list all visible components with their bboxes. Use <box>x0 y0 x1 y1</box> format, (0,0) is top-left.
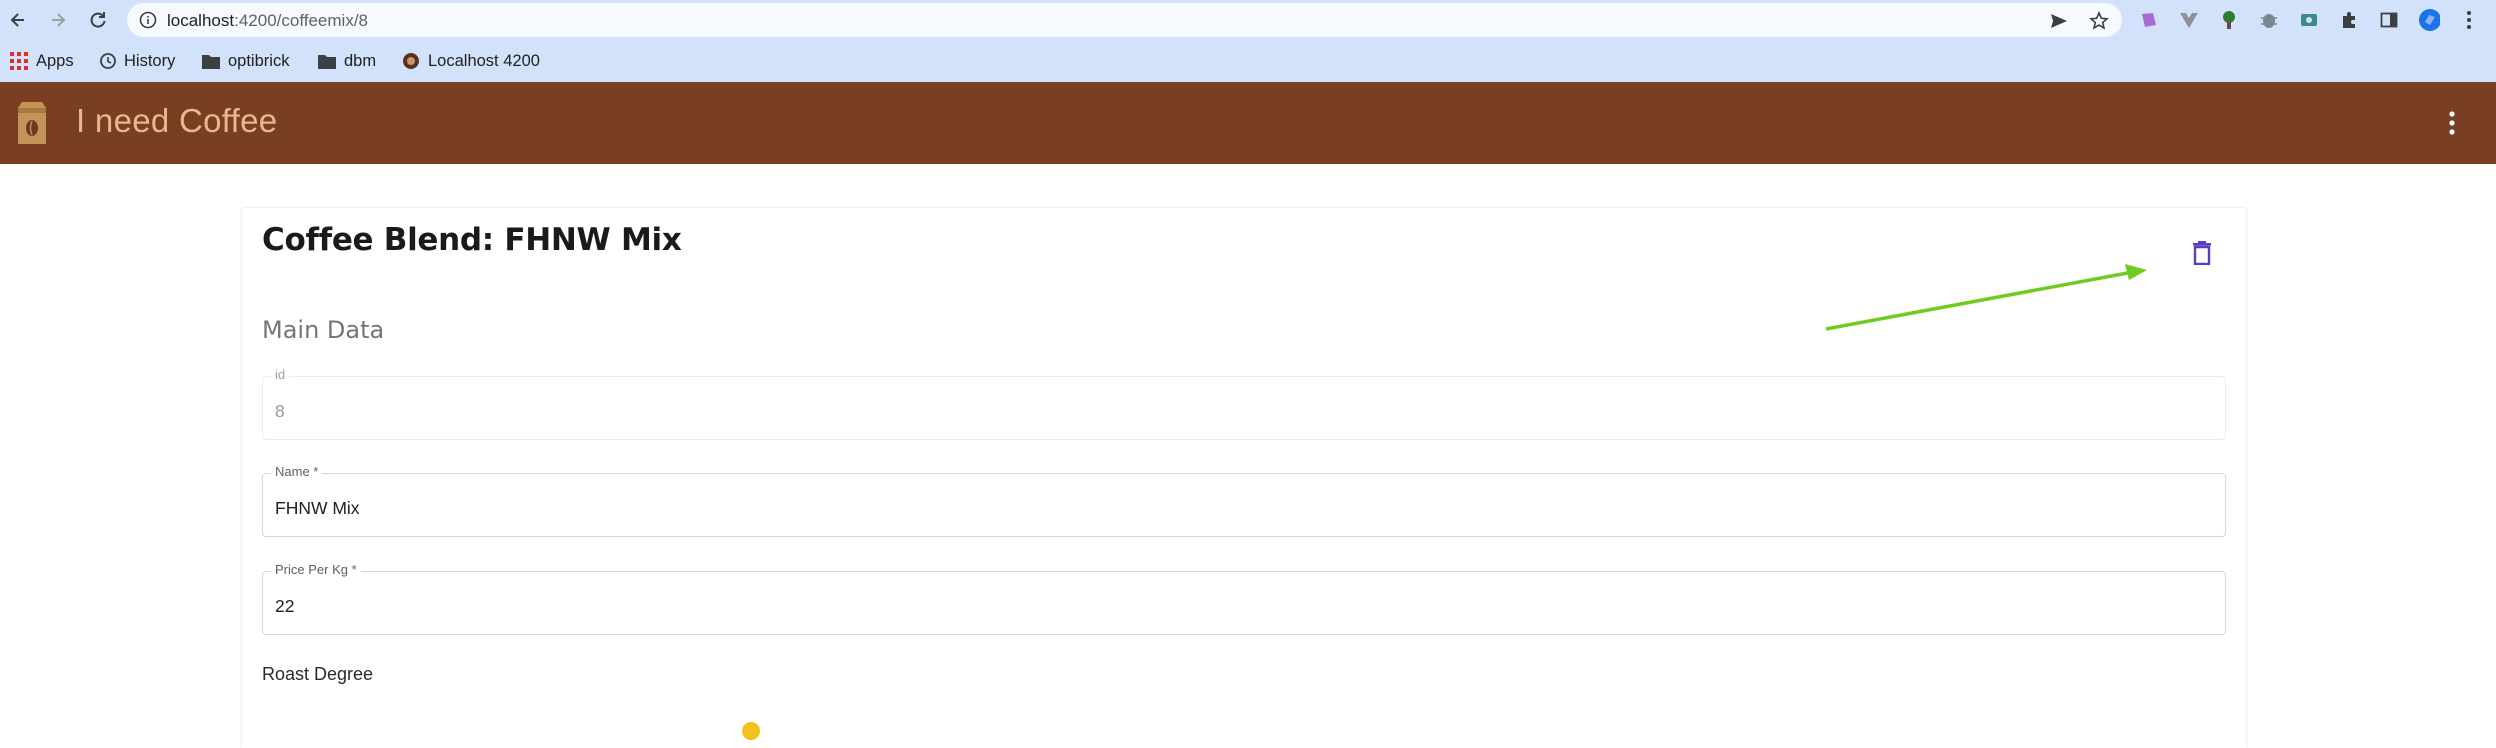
coffee-bag-logo-icon <box>14 100 50 151</box>
bookmark-star-icon[interactable] <box>2089 11 2109 31</box>
browser-toolbar: localhost:4200/coffeemix/8 <box>0 0 2496 40</box>
folder-icon <box>202 55 220 69</box>
site-favicon-icon <box>403 53 419 69</box>
extension-tree-icon[interactable] <box>2218 9 2240 31</box>
app-header: I need Coffee <box>0 82 2496 164</box>
price-input[interactable] <box>275 596 2175 617</box>
page-title: Coffee Blend: FHNW Mix <box>262 222 682 258</box>
more-vert-icon[interactable] <box>2440 108 2464 138</box>
back-arrow-icon <box>10 13 24 27</box>
side-panel-icon[interactable] <box>2378 9 2400 31</box>
reload-icon <box>90 12 106 28</box>
bookmark-label: Localhost 4200 <box>428 51 540 70</box>
field-label: id <box>271 367 290 382</box>
trash-icon <box>2193 241 2211 265</box>
extensions-puzzle-icon[interactable] <box>2338 9 2360 31</box>
name-field[interactable]: Name * <box>262 464 2226 537</box>
field-label: Price Per Kg * <box>271 562 361 577</box>
address-bar[interactable]: localhost:4200/coffeemix/8 <box>127 3 2122 37</box>
extension-screen-icon[interactable] <box>2298 9 2320 31</box>
url-path: :4200/coffeemix/8 <box>234 11 368 30</box>
app-title[interactable]: I need Coffee <box>76 102 277 140</box>
bookmark-label: Apps <box>36 51 74 70</box>
history-icon <box>100 53 116 69</box>
bookmark-history[interactable]: History <box>98 49 175 73</box>
bookmark-label: dbm <box>344 51 377 70</box>
back-button[interactable] <box>2 4 34 36</box>
bookmark-label: History <box>124 51 176 70</box>
name-input[interactable] <box>275 498 2175 519</box>
bookmark-localhost[interactable]: Localhost 4200 <box>402 49 540 73</box>
browser-menu-icon[interactable] <box>2458 9 2480 31</box>
url-host: localhost <box>167 11 235 30</box>
site-info-icon[interactable] <box>139 11 157 34</box>
send-to-device-icon[interactable] <box>2049 11 2069 31</box>
bookmark-dbm[interactable]: dbm <box>318 49 376 73</box>
apps-grid-icon <box>10 52 28 70</box>
section-title: Main Data <box>262 316 385 344</box>
extension-bug-icon[interactable] <box>2258 9 2280 31</box>
bookmark-apps[interactable]: Apps <box>10 49 74 73</box>
forward-button[interactable] <box>42 4 74 36</box>
price-field[interactable]: Price Per Kg * <box>262 562 2226 635</box>
extension-vue-icon[interactable] <box>2178 9 2200 31</box>
id-input <box>275 401 2175 422</box>
bookmark-optibrick[interactable]: optibrick <box>202 49 289 73</box>
profile-avatar-icon[interactable] <box>2418 9 2440 31</box>
url-text: localhost:4200/coffeemix/8 <box>167 11 368 31</box>
field-label: Name * <box>271 464 323 479</box>
forward-arrow-icon <box>52 13 66 27</box>
roast-degree-label: Roast Degree <box>262 664 374 684</box>
delete-button[interactable] <box>2185 236 2219 270</box>
roast-degree-slider-thumb[interactable] <box>742 722 760 740</box>
extension-purple-icon[interactable] <box>2138 9 2160 31</box>
bookmark-label: optibrick <box>228 51 290 70</box>
reload-button[interactable] <box>82 4 114 36</box>
id-field: id <box>262 367 2226 440</box>
folder-icon <box>318 55 336 69</box>
